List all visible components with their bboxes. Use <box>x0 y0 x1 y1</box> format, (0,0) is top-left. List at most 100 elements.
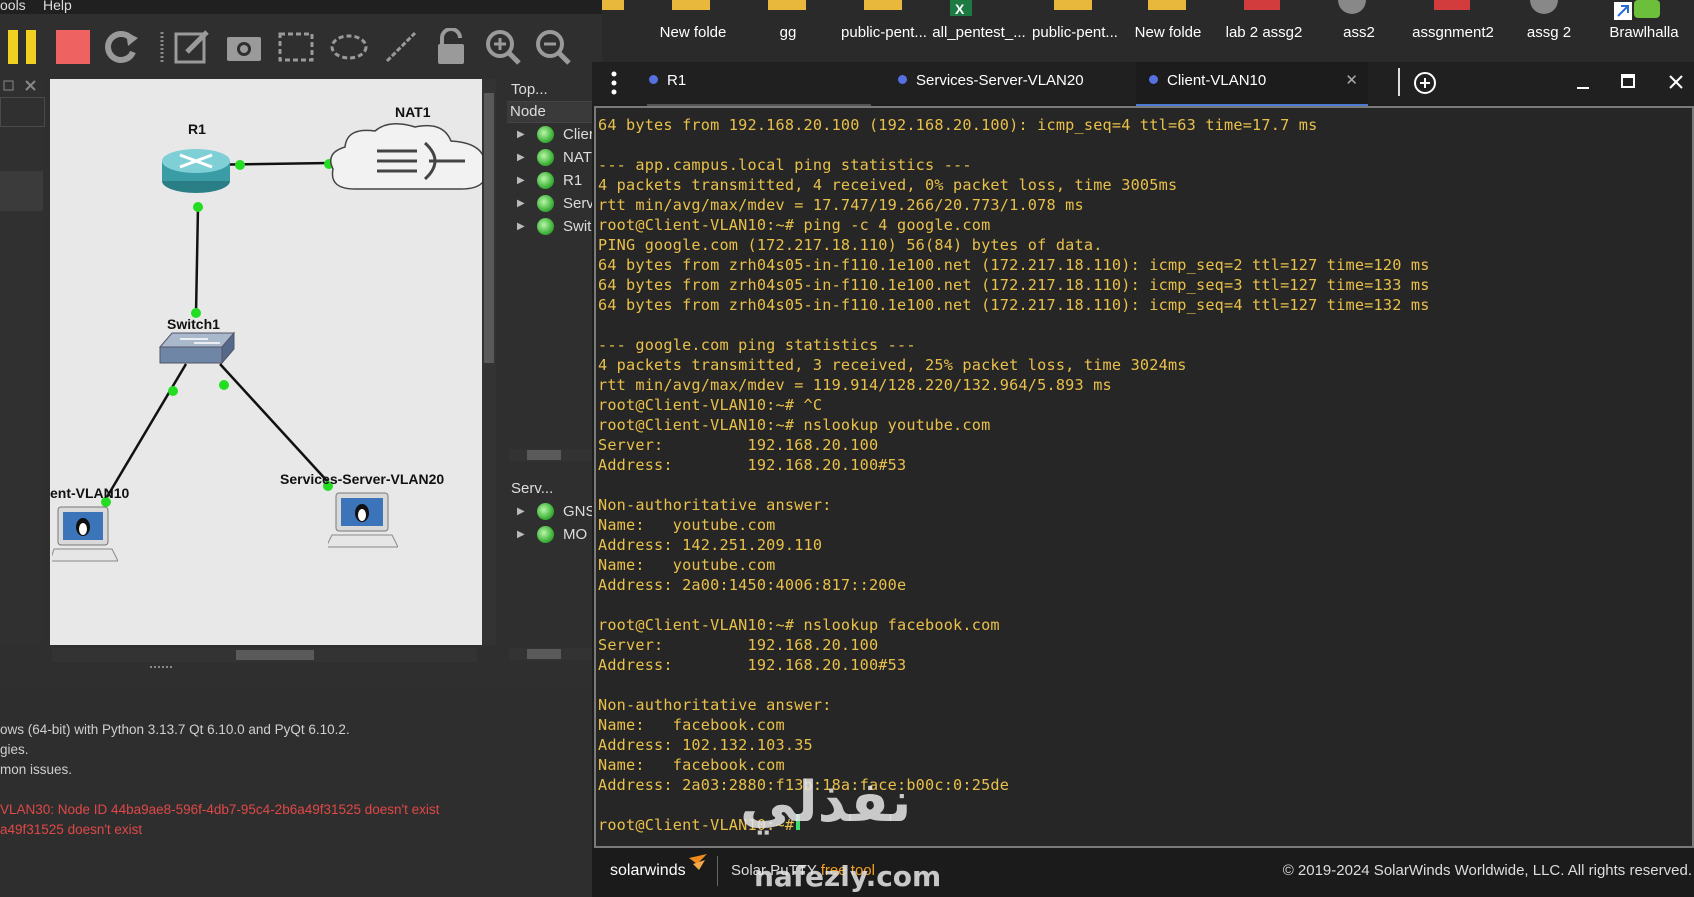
summary-node-server[interactable]: ▶ Serv <box>507 192 602 215</box>
toolbar <box>0 14 602 78</box>
draw-rectangle-icon[interactable] <box>277 28 315 66</box>
folder-icon <box>602 0 624 10</box>
tab-services-server-vlan20[interactable]: Services-Server-VLAN20 <box>898 62 1128 104</box>
servers-summary-title: Serv... <box>507 478 602 500</box>
canvas-horizontal-scrollbar[interactable] <box>52 648 477 662</box>
terminal-line: Address: 192.168.20.100#53 <box>598 456 907 474</box>
tab-r1[interactable]: R1 <box>647 62 871 106</box>
lock-icon[interactable] <box>432 27 470 66</box>
solarwinds-flame-icon <box>687 854 709 877</box>
topology-canvas[interactable]: R1 NAT1 Switch1 ent-VLAN10 Services-Serv… <box>50 79 482 645</box>
router-r1[interactable] <box>160 139 232 199</box>
terminal-line: Non-authoritative answer: <box>598 696 832 714</box>
status-started-icon <box>537 126 554 143</box>
desktop-item[interactable]: Brawlhalla <box>1594 24 1694 41</box>
terminal-line: 64 bytes from zrh04s05-in-f110.1e100.net… <box>598 276 1430 294</box>
nat1-label: NAT1 <box>395 104 431 120</box>
desktop-item[interactable]: public-pent... <box>834 24 934 41</box>
summary-node-switch[interactable]: ▶ Swit <box>507 215 602 238</box>
reload-icon[interactable] <box>102 28 140 66</box>
terminal-line: --- app.campus.local ping statistics --- <box>598 156 972 174</box>
canvas-vertical-scrollbar[interactable] <box>482 79 496 645</box>
dock-filter[interactable] <box>0 97 45 127</box>
zoom-in-icon[interactable] <box>484 28 522 66</box>
zoom-out-icon[interactable] <box>534 28 572 66</box>
pause-all-icon[interactable] <box>4 28 42 66</box>
svg-text:X: X <box>955 1 965 16</box>
folder-icon <box>864 0 902 10</box>
services-server-label: Services-Server-VLAN20 <box>280 471 445 487</box>
menu-tools[interactable]: ools <box>0 0 26 12</box>
terminal-line: Name: youtube.com <box>598 556 776 574</box>
pdf-icon <box>1244 0 1280 10</box>
switch1[interactable] <box>158 329 236 369</box>
terminal-line: Address: 2a00:1450:4006:817::200e <box>598 576 907 594</box>
tab-client-vlan10[interactable]: Client-VLAN10 ✕ <box>1136 62 1368 107</box>
close-tab-icon[interactable]: ✕ <box>1345 62 1358 100</box>
status-started-icon <box>537 172 554 189</box>
menu-kebab-icon[interactable] <box>592 62 636 104</box>
console-panel: ows (64-bit) with Python 3.13.7 Qt 6.10.… <box>0 690 602 897</box>
search-shortcut-icon <box>1530 0 1558 14</box>
splitter-handle[interactable] <box>150 666 172 672</box>
minimize-icon[interactable] <box>1571 72 1595 96</box>
client-vlan10-host[interactable] <box>50 503 119 569</box>
draw-ellipse-icon[interactable] <box>330 28 368 66</box>
desktop-item[interactable]: public-pent... <box>1025 24 1125 41</box>
services-server-host[interactable] <box>325 489 399 555</box>
new-tab-icon[interactable] <box>1410 68 1440 98</box>
status-divider <box>717 856 718 886</box>
desktop-item[interactable]: ass2 <box>1309 24 1409 41</box>
add-note-icon[interactable] <box>173 28 211 66</box>
desktop-item[interactable]: assg 2 <box>1499 24 1599 41</box>
console-error-line: VLAN30: Node ID 44ba9ae8-596f-4db7-95c4-… <box>0 802 440 817</box>
node-column-header[interactable]: Node <box>507 101 602 123</box>
console-line: gies. <box>0 742 29 757</box>
terminal-line: Server: 192.168.20.100 <box>598 436 879 454</box>
draw-line-icon[interactable] <box>382 28 420 66</box>
summary-node-client[interactable]: ▶ Clier <box>507 123 602 146</box>
desktop-item[interactable]: gg <box>738 24 838 41</box>
terminal-line: root@Client-VLAN10:~# ^C <box>598 396 823 414</box>
summary-server-mo[interactable]: ▶ MO <box>507 523 602 546</box>
insert-picture-icon[interactable] <box>225 28 263 66</box>
copyright-text: © 2019-2024 SolarWinds Worldwide, LLC. A… <box>1282 862 1692 879</box>
terminal-line: rtt min/avg/max/mdev = 119.914/128.220/1… <box>598 376 1112 394</box>
servers-summary-panel: Serv... ▶ GNS ▶ MO <box>507 478 602 660</box>
desktop-icons-strip: New folde gg public-pent... all_pentest_… <box>602 0 1694 62</box>
shortcut-arrow-icon <box>1614 2 1632 20</box>
summary-server-gns3[interactable]: ▶ GNS <box>507 500 602 523</box>
summary-scrollbar[interactable] <box>509 449 595 461</box>
terminal-line: 64 bytes from zrh04s05-in-f110.1e100.net… <box>598 256 1430 274</box>
session-status-icon <box>898 74 907 84</box>
console-line: mon issues. <box>0 762 73 777</box>
close-window-icon[interactable] <box>1664 70 1688 94</box>
client-vlan10-label: ent-VLAN10 <box>50 485 130 501</box>
desktop-item[interactable]: assgnment2 <box>1403 24 1503 41</box>
topology-summary-panel: Top... Node ▶ Clier ▶ NAT ▶ R1 ▶ Serv ▶ Swit <box>507 79 602 469</box>
nat1-cloud[interactable] <box>325 119 482 199</box>
terminal-line: Name: youtube.com <box>598 516 776 534</box>
terminal-line: PING google.com (172.217.18.110) 56(84) … <box>598 236 1103 254</box>
terminal-screen[interactable]: 64 bytes from 192.168.20.100 (192.168.20… <box>594 106 1694 848</box>
servers-scrollbar[interactable] <box>509 648 595 660</box>
summary-node-r1[interactable]: ▶ R1 <box>507 169 602 192</box>
stop-all-icon[interactable] <box>54 28 92 66</box>
pdf-icon <box>1434 0 1470 10</box>
menu-help[interactable]: Help <box>43 0 72 12</box>
menu-bar: ools Help <box>0 0 602 14</box>
terminal-line: rtt min/avg/max/mdev = 17.747/19.266/20.… <box>598 196 1084 214</box>
desktop-item[interactable]: lab 2 assg2 <box>1214 24 1314 41</box>
desktop-item[interactable]: New folde <box>1118 24 1218 41</box>
maximize-icon[interactable] <box>1616 70 1640 94</box>
terminal-line: Name: facebook.com <box>598 716 785 734</box>
status-started-icon <box>537 526 554 543</box>
dock-selected-item[interactable] <box>0 171 43 211</box>
desktop-item[interactable]: all_pentest_... <box>929 24 1029 41</box>
terminal-line: 4 packets transmitted, 4 received, 0% pa… <box>598 176 1178 194</box>
summary-node-nat[interactable]: ▶ NAT <box>507 146 602 169</box>
brawlhalla-icon <box>1634 0 1660 18</box>
desktop-item[interactable]: New folde <box>643 24 743 41</box>
folder-icon <box>1054 0 1092 10</box>
terminal-line: root@Client-VLAN10:~# nslookup youtube.c… <box>598 416 991 434</box>
